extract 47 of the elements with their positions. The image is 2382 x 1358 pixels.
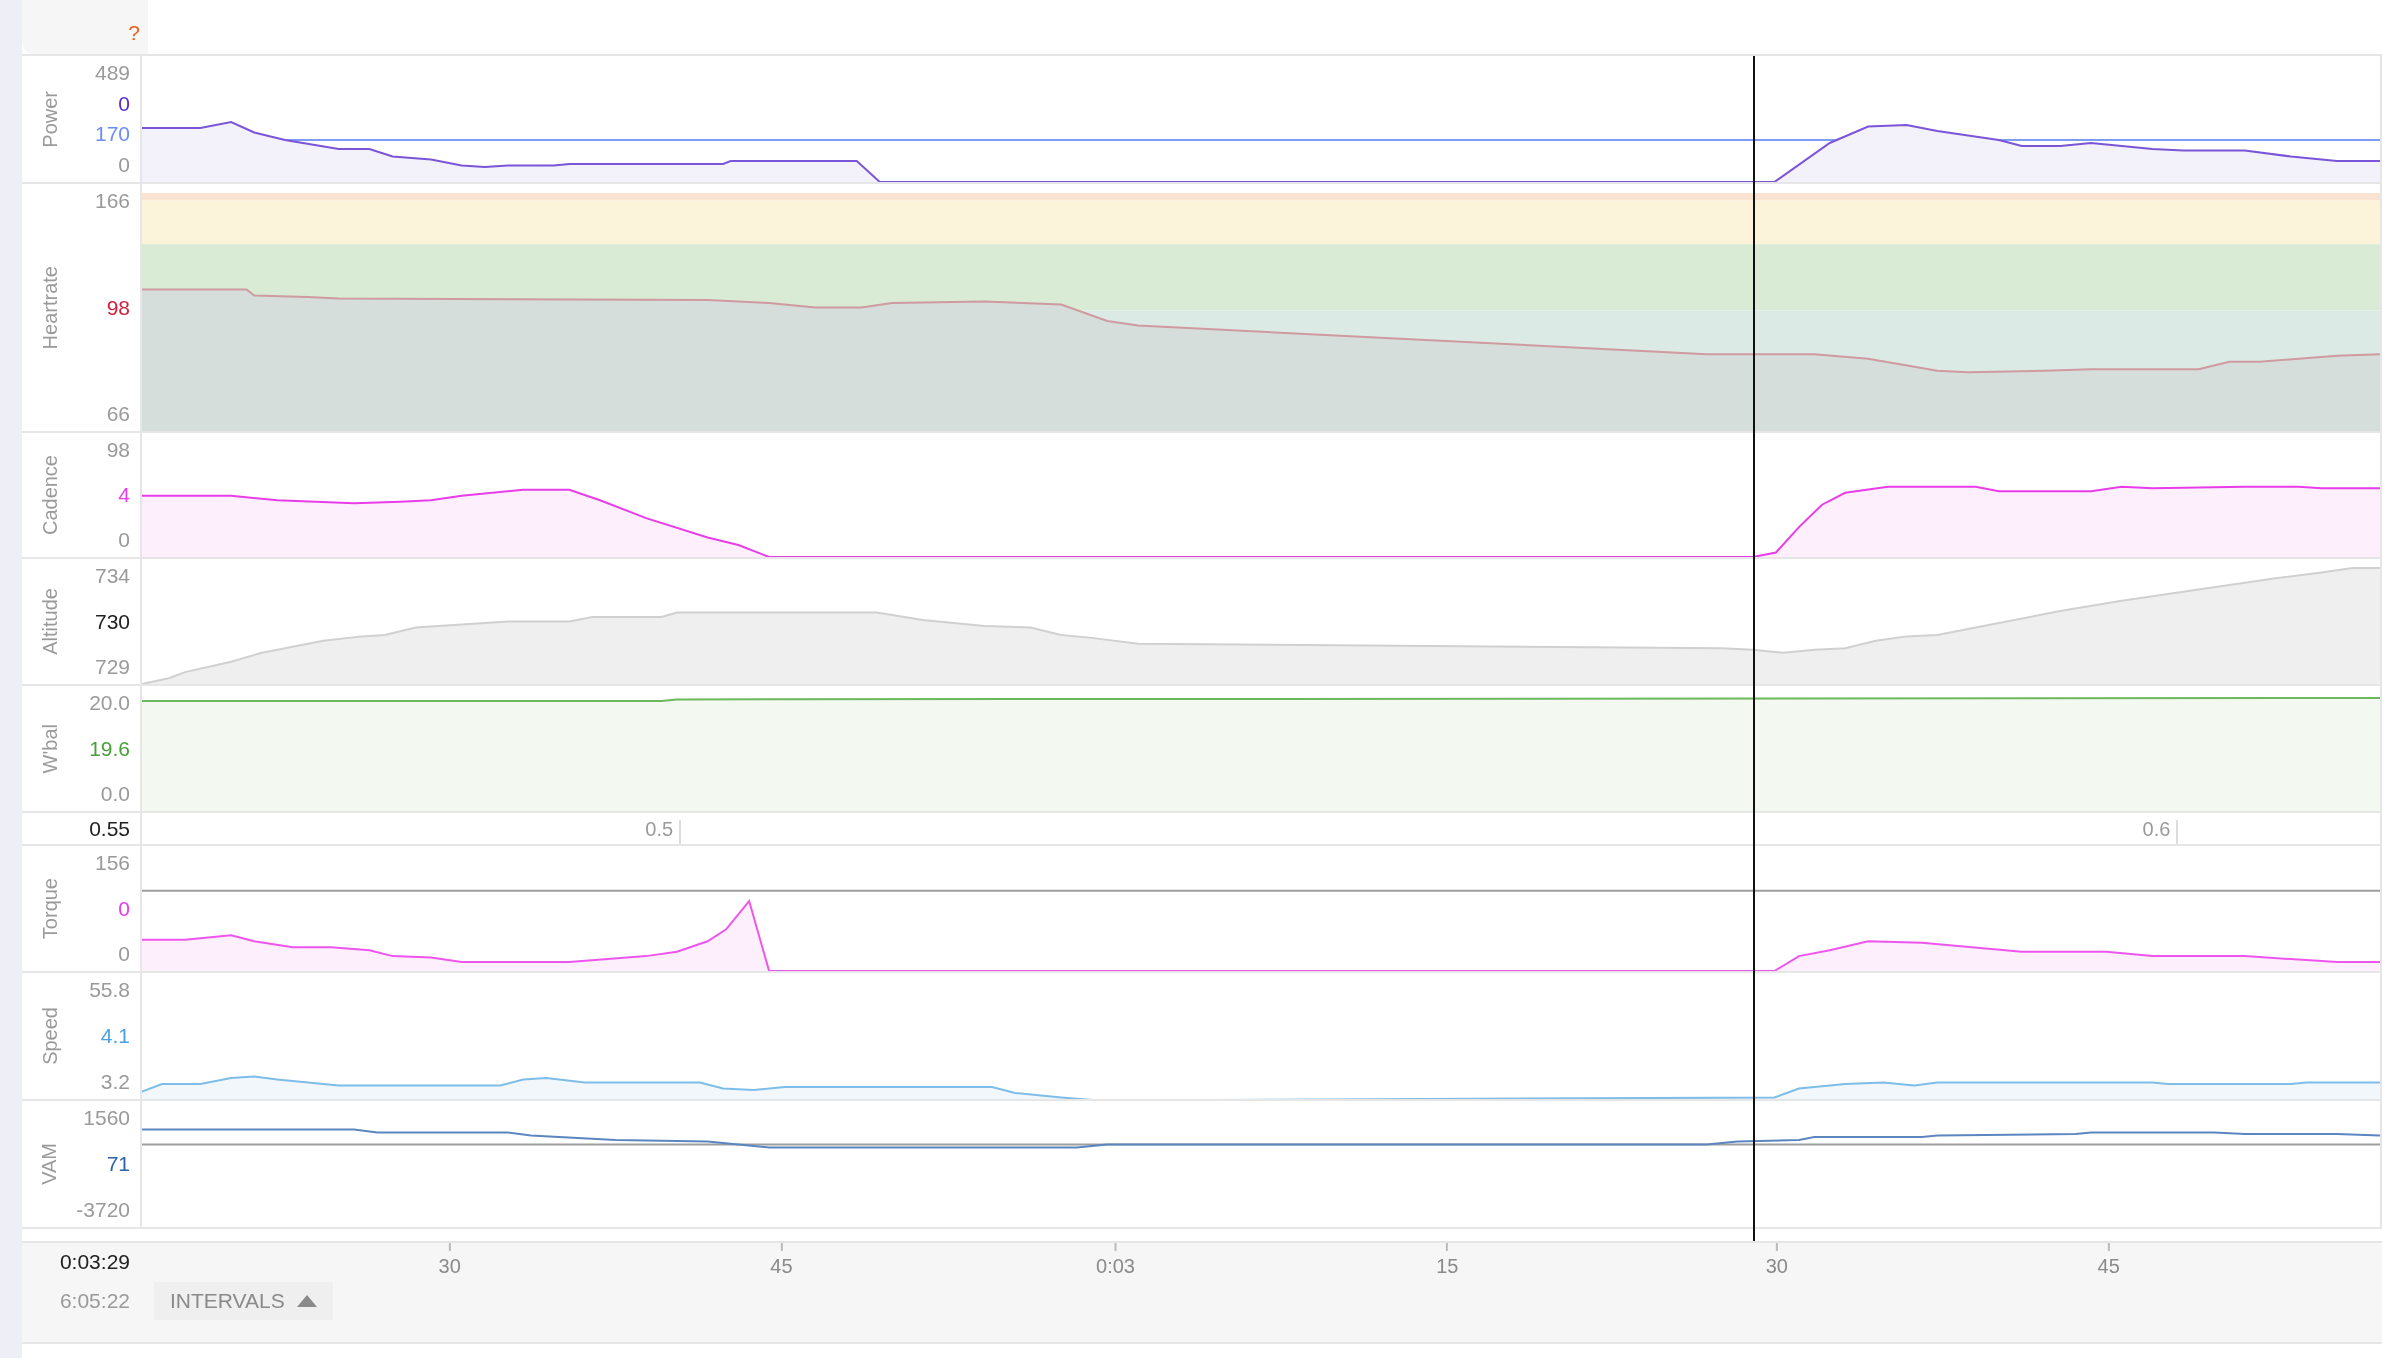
- distance-tick-label: 0.6: [2142, 816, 2171, 842]
- distance-tick-label: 0.5: [645, 816, 674, 842]
- unknown-value-mark: ?: [128, 19, 140, 46]
- triangle-up-icon: [296, 1295, 317, 1307]
- metric-label: Speed: [40, 1007, 60, 1065]
- current-value: 98: [106, 294, 130, 321]
- current-value: 730: [94, 608, 130, 635]
- axis-min: 729: [94, 654, 130, 680]
- axis-min: 0: [118, 527, 130, 553]
- current-value: 4: [118, 482, 130, 508]
- intervals-button[interactable]: INTERVALS: [154, 1282, 333, 1320]
- time-tick-label: 15: [1436, 1254, 1459, 1279]
- time-tick-label: 0:03: [1096, 1254, 1135, 1279]
- total-time: 6:05:22: [59, 1288, 130, 1315]
- axis-min: -3720: [76, 1197, 130, 1223]
- axis-min: 0: [118, 151, 130, 178]
- axis-max: 489: [94, 60, 130, 86]
- axis-max: 55.8: [89, 977, 130, 1003]
- axis-min: 66: [106, 401, 130, 427]
- axis-max: 166: [94, 188, 130, 214]
- axis-max: 734: [94, 563, 130, 589]
- current-value: 71: [106, 1151, 130, 1177]
- axis-max: 98: [106, 437, 130, 463]
- time-tick-label: 30: [438, 1254, 461, 1279]
- axis-min: 0.0: [100, 781, 130, 807]
- metric-label: Cadence: [40, 454, 60, 536]
- axis-max: 20.0: [89, 690, 130, 716]
- metric-label: Heartrate: [40, 265, 60, 350]
- current-value: 170: [94, 121, 130, 148]
- distance-value: 0.55: [89, 815, 130, 842]
- elapsed-time: 0:03:29: [59, 1249, 130, 1276]
- time-tick-label: 45: [770, 1254, 793, 1279]
- axis-max: 156: [94, 850, 130, 876]
- axis-min: 3.2: [100, 1069, 130, 1095]
- axis-min: 0: [118, 941, 130, 967]
- axis-max: 1560: [83, 1105, 130, 1131]
- time-tick-label: 30: [1765, 1254, 1788, 1279]
- metric-label: Altitude: [40, 588, 60, 655]
- current-value: 19.6: [89, 735, 130, 762]
- current-value: 0: [118, 90, 130, 117]
- current-value: 0: [118, 895, 130, 922]
- metric-label: Power: [40, 90, 60, 148]
- metric-label: VAM: [39, 1143, 60, 1185]
- current-value: 4.1: [100, 1023, 130, 1049]
- time-tick-label: 45: [2097, 1254, 2120, 1279]
- metric-label: W'bal: [40, 723, 60, 774]
- metric-label: Torque: [40, 877, 60, 940]
